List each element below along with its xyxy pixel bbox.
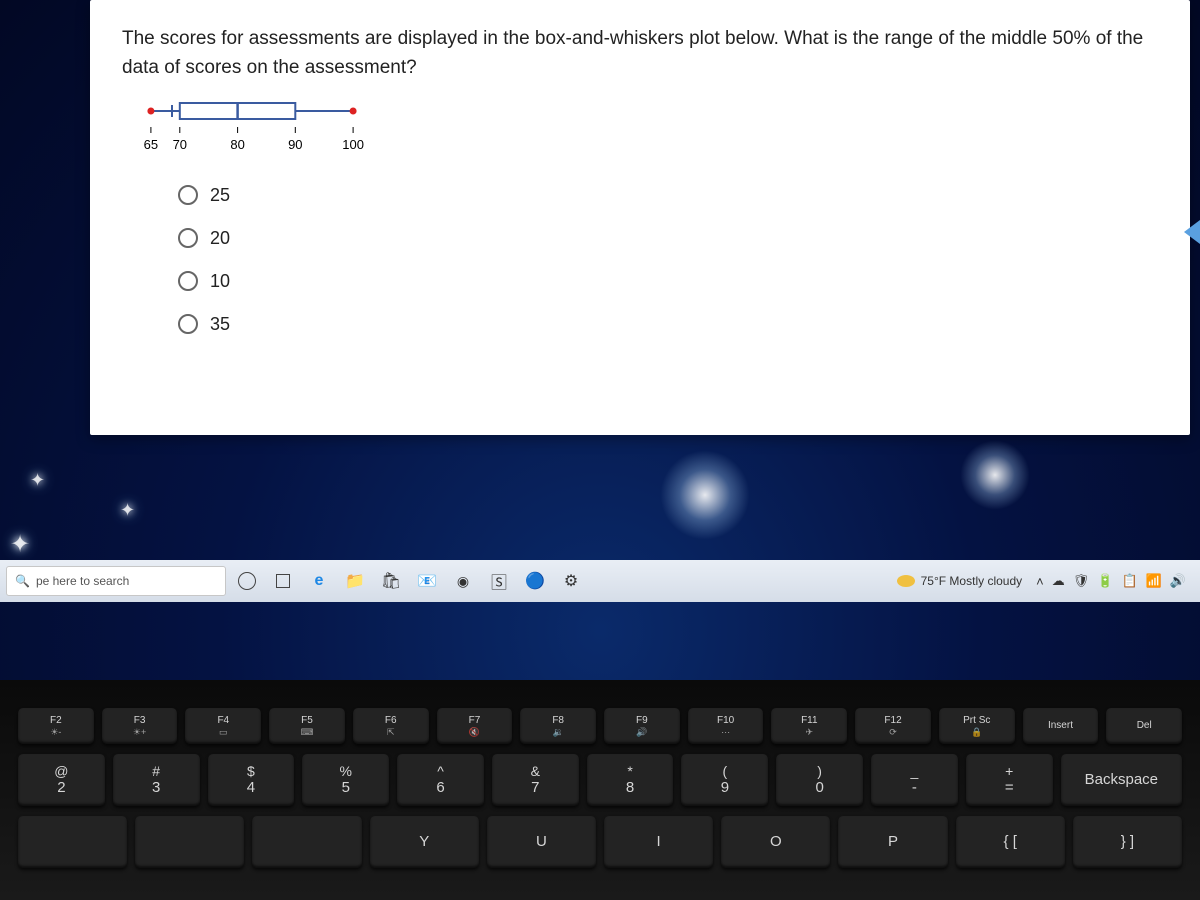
key--: _- <box>871 754 958 806</box>
task-view-icon[interactable] <box>268 566 298 596</box>
mail-icon[interactable]: 📧 <box>412 566 442 596</box>
key-f11: F11✈ <box>771 708 847 744</box>
file-explorer-icon[interactable]: 📁 <box>340 566 370 596</box>
quiz-card: The scores for assessments are displayed… <box>90 0 1190 435</box>
weather-widget[interactable]: 75°F Mostly cloudy <box>897 574 1023 588</box>
taskbar: 🔍 pe here to search e 📁 🛍 📧 ◉ 🅂 🔵 ⚙ 75°F… <box>0 560 1200 602</box>
key-9: (9 <box>681 754 768 806</box>
cortana-icon[interactable] <box>232 566 262 596</box>
option-35[interactable]: 35 <box>178 314 1158 335</box>
weather-icon <box>897 575 915 587</box>
key-blank <box>135 816 244 868</box>
app-icon-1[interactable]: 🅂 <box>484 566 514 596</box>
search-icon: 🔍 <box>15 574 30 588</box>
key-0: )0 <box>776 754 863 806</box>
key-o: O <box>721 816 830 868</box>
key-f5: F5⌨ <box>269 708 345 744</box>
key-6: ^6 <box>397 754 484 806</box>
radio-icon <box>178 314 198 334</box>
question-text: The scores for assessments are displayed… <box>122 24 1158 83</box>
key-del: Del <box>1106 708 1182 744</box>
keyboard-function-row: F2☀-F3☀+F4▭F5⌨F6⇱F7🔇F8🔉F9🔊F10⋯F11✈F12⟳Pr… <box>18 708 1182 744</box>
key-4: $4 <box>208 754 295 806</box>
chrome-icon[interactable]: ◉ <box>448 566 478 596</box>
wifi-icon[interactable]: 📶 <box>1146 573 1162 589</box>
key-f9: F9🔊 <box>604 708 680 744</box>
system-tray[interactable]: ˄ ☁ 🛡 🔋 📋 📶 🔊 <box>1028 573 1194 589</box>
option-10[interactable]: 10 <box>178 271 1158 292</box>
key-: { [ <box>956 816 1065 868</box>
tick-label: 90 <box>288 137 302 152</box>
option-label: 10 <box>210 271 230 292</box>
volume-icon[interactable]: 🔊 <box>1170 573 1186 589</box>
tick-label: 80 <box>230 137 244 152</box>
key-blank <box>252 816 361 868</box>
option-label: 25 <box>210 185 230 206</box>
security-icon[interactable]: 🛡 <box>1073 573 1090 589</box>
edge-icon[interactable]: e <box>304 566 334 596</box>
tick-label: 65 <box>144 137 158 152</box>
option-20[interactable]: 20 <box>178 228 1158 249</box>
answer-options: 25 20 10 35 <box>178 185 1158 335</box>
onedrive-icon[interactable]: ☁ <box>1052 573 1065 589</box>
radio-icon <box>178 228 198 248</box>
key-f7: F7🔇 <box>437 708 513 744</box>
key-y: Y <box>370 816 479 868</box>
key-7: &7 <box>492 754 579 806</box>
key-f6: F6⇱ <box>353 708 429 744</box>
key-2: @2 <box>18 754 105 806</box>
key-3: #3 <box>113 754 200 806</box>
taskbar-search[interactable]: 🔍 pe here to search <box>6 566 226 596</box>
key-=: += <box>966 754 1053 806</box>
radio-icon <box>178 271 198 291</box>
key-5: %5 <box>302 754 389 806</box>
key-f2: F2☀- <box>18 708 94 744</box>
option-label: 35 <box>210 314 230 335</box>
chevron-up-icon[interactable]: ˄ <box>1036 574 1044 589</box>
key-f12: F12⟳ <box>855 708 931 744</box>
key-8: *8 <box>587 754 674 806</box>
key-f4: F4▭ <box>185 708 261 744</box>
option-label: 20 <box>210 228 230 249</box>
key-prtsc: Prt Sc🔒 <box>939 708 1015 744</box>
tick-label: 100 <box>342 137 364 152</box>
settings-icon[interactable]: ⚙ <box>556 566 586 596</box>
app-icon-2[interactable]: 🔵 <box>520 566 550 596</box>
option-25[interactable]: 25 <box>178 185 1158 206</box>
weather-text: 75°F Mostly cloudy <box>921 574 1023 588</box>
radio-icon <box>178 185 198 205</box>
battery-icon[interactable]: 🔋 <box>1097 573 1113 589</box>
physical-keyboard: F2☀-F3☀+F4▭F5⌨F6⇱F7🔇F8🔉F9🔊F10⋯F11✈F12⟳Pr… <box>0 680 1200 900</box>
keyboard-number-row: @2#3$4%5^6&7*8(9)0_-+=Backspace <box>18 754 1182 806</box>
boxplot-chart: 65 70 80 90 100 <box>122 97 382 157</box>
search-placeholder: pe here to search <box>36 574 129 588</box>
key-f10: F10⋯ <box>688 708 764 744</box>
key-f3: F3☀+ <box>102 708 178 744</box>
store-icon[interactable]: 🛍 <box>376 566 406 596</box>
key-: } ] <box>1073 816 1182 868</box>
key-u: U <box>487 816 596 868</box>
clipboard-icon[interactable]: 📋 <box>1121 573 1137 589</box>
keyboard-qwerty-row: YUIOP{ [} ] <box>18 816 1182 868</box>
key-blank <box>18 816 127 868</box>
tick-label: 70 <box>173 137 187 152</box>
key-f8: F8🔉 <box>520 708 596 744</box>
key-i: I <box>604 816 713 868</box>
key-backspace: Backspace <box>1061 754 1182 806</box>
key-p: P <box>838 816 947 868</box>
key-insert: Insert <box>1023 708 1099 744</box>
